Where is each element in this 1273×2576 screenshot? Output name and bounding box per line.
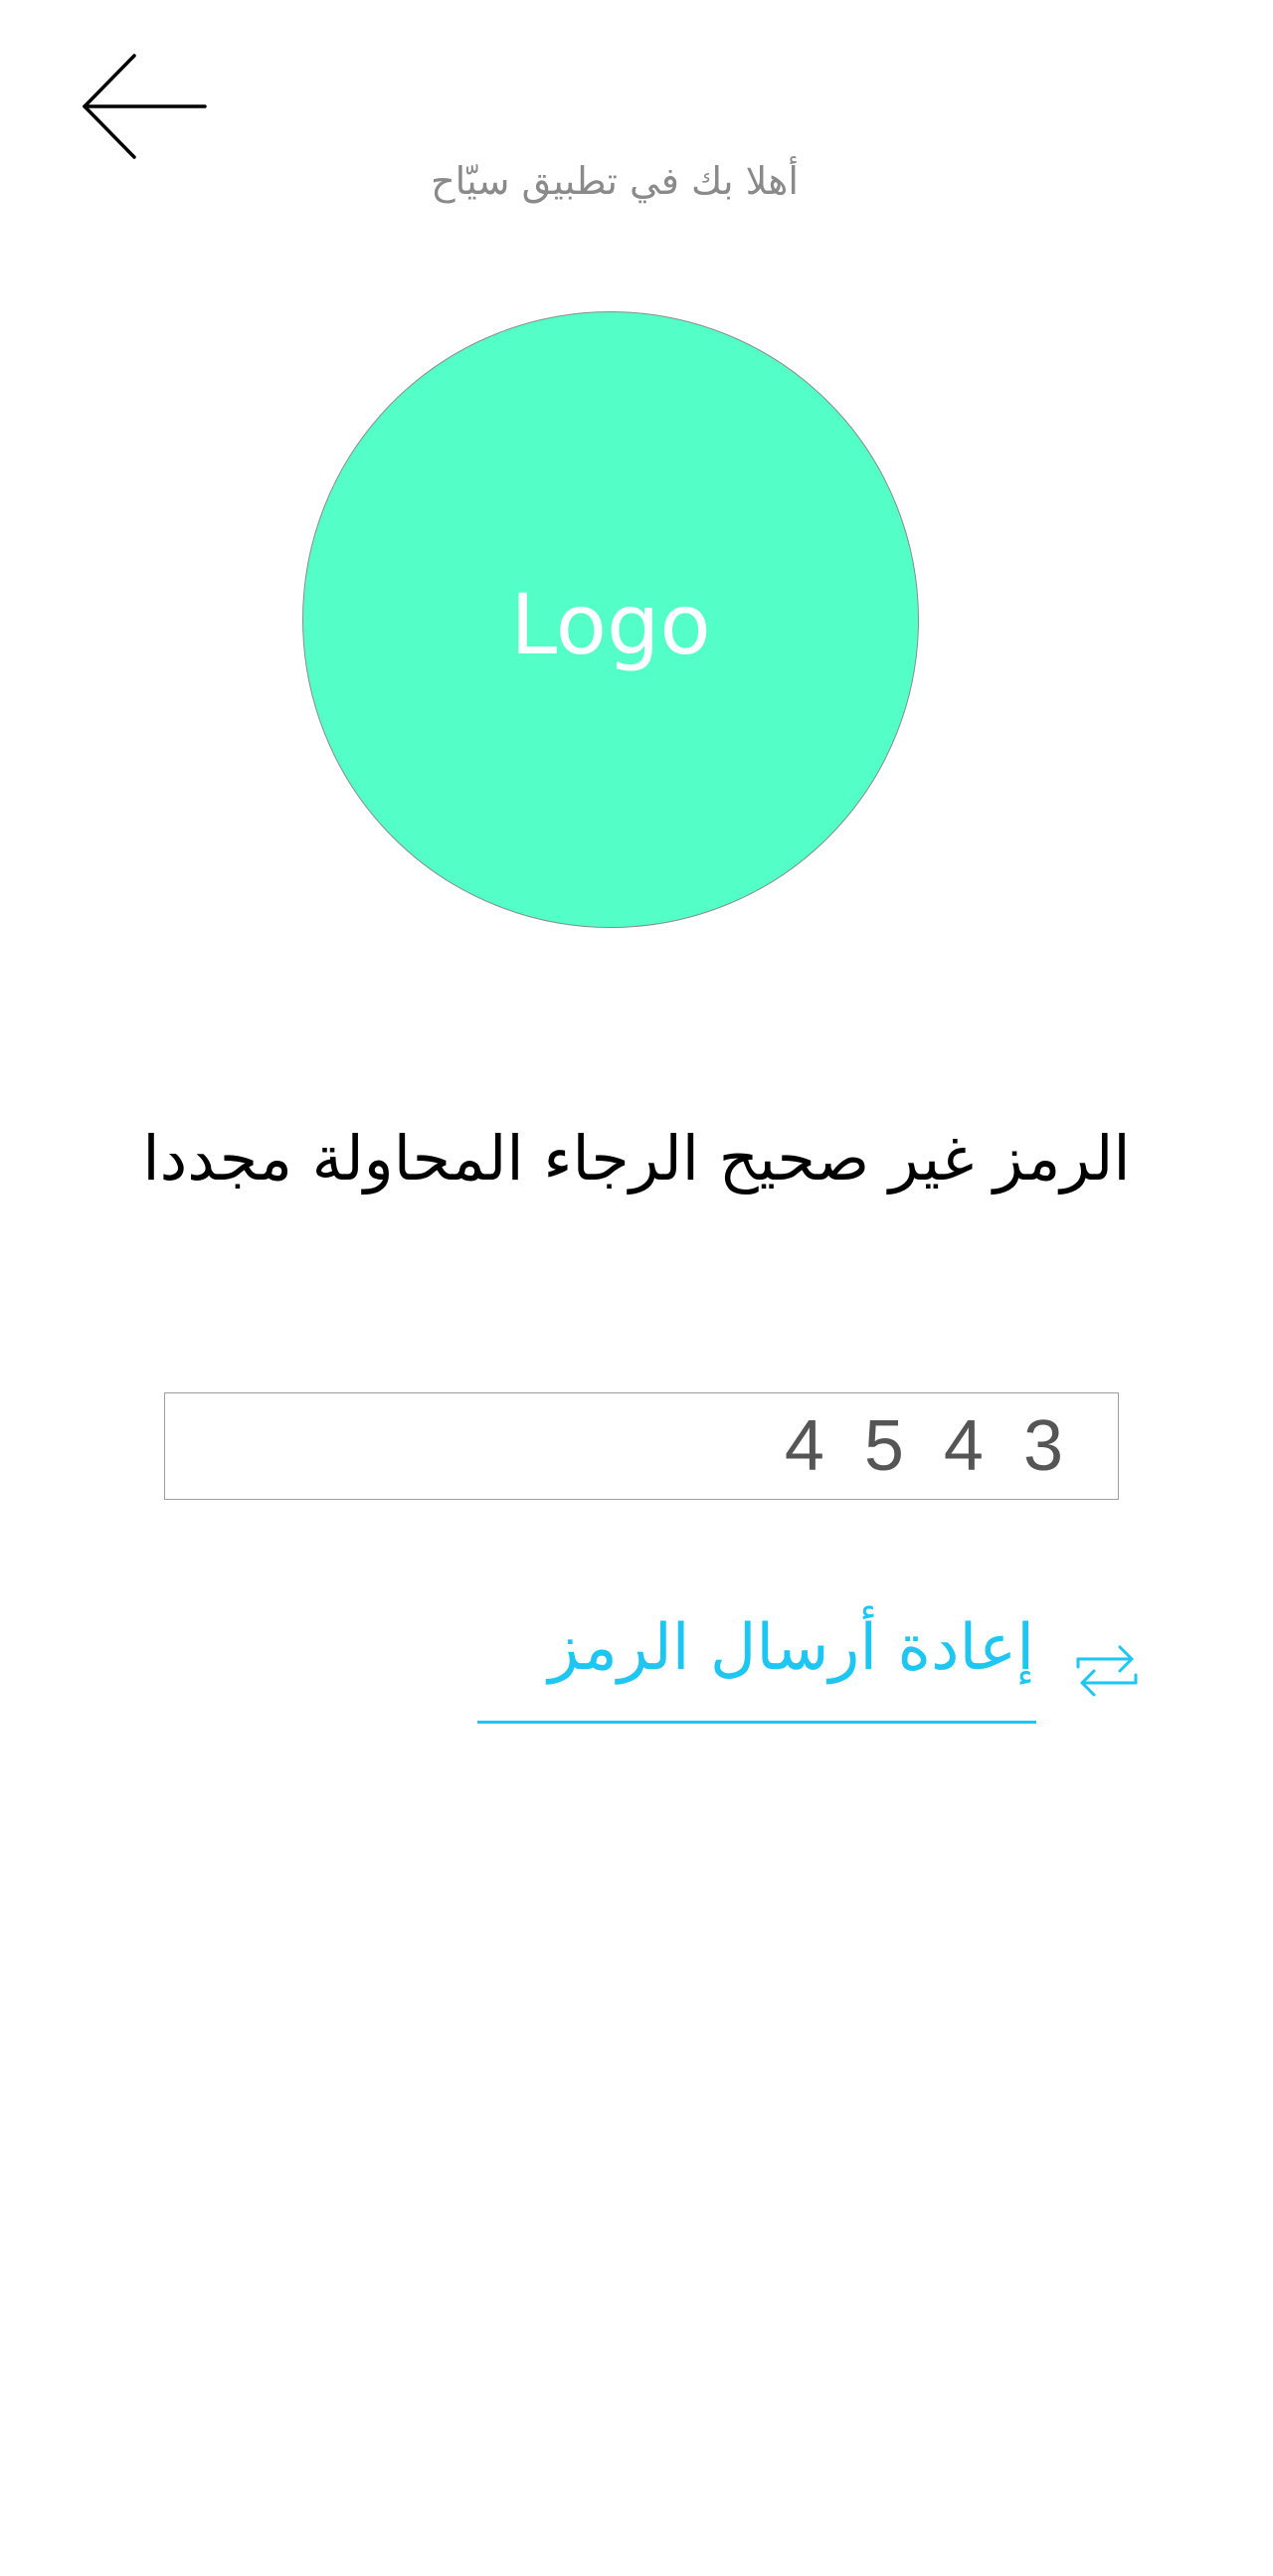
error-message: الرمز غير صحيح الرجاء المحاولة مجددا <box>142 1122 1131 1195</box>
refresh-icon[interactable] <box>1072 1635 1142 1705</box>
verification-code-input[interactable] <box>164 1392 1119 1500</box>
back-button[interactable] <box>78 50 212 164</box>
resend-underline <box>477 1721 1036 1724</box>
app-logo: Logo <box>302 311 919 928</box>
logo-label: Logo <box>510 576 711 673</box>
arrow-left-icon <box>83 54 207 159</box>
resend-code-link[interactable]: إعادة أرسال الرمز <box>477 1611 1142 1729</box>
resend-code-label: إعادة أرسال الرمز <box>548 1611 1034 1685</box>
welcome-text: أهلا بك في تطبيق سيّاح <box>431 159 799 203</box>
